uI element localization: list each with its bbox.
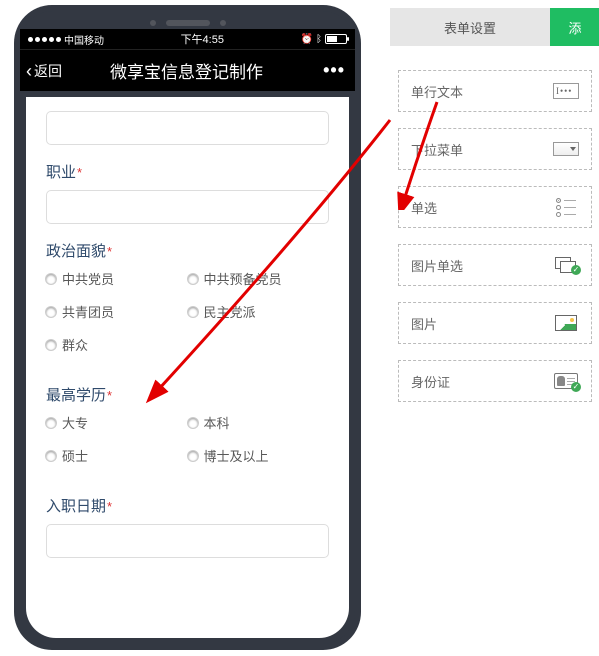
required-mark: *	[107, 244, 112, 259]
component-select[interactable]: 下拉菜单	[398, 128, 592, 170]
radio-icon	[188, 307, 198, 317]
field-hiredate: 入职日期*	[46, 495, 329, 558]
battery-icon	[325, 34, 347, 44]
component-image[interactable]: 图片	[398, 302, 592, 344]
radio-icon	[46, 451, 56, 461]
idcard-icon: ✓	[553, 372, 579, 390]
radio-icon	[46, 340, 56, 350]
component-image-radio[interactable]: 图片单选 ✓	[398, 244, 592, 286]
text-input-icon: I•••	[553, 82, 579, 100]
radio-icon	[188, 274, 198, 284]
radio-label: 中共预备党员	[204, 269, 282, 288]
radio-label: 共青团员	[62, 302, 114, 321]
radio-option[interactable]: 民主党派	[188, 302, 330, 321]
political-label: 政治面貌	[46, 243, 106, 260]
signal-icon	[28, 37, 61, 42]
image-radio-icon: ✓	[553, 256, 579, 274]
radio-icon	[46, 274, 56, 284]
clock-label: 下午4:55	[181, 31, 224, 47]
radio-option[interactable]: 博士及以上	[188, 446, 330, 465]
radio-icon	[46, 418, 56, 428]
component-label: 身份证	[411, 372, 450, 391]
education-label: 最高学历	[46, 387, 106, 404]
field-unlabeled-top	[46, 111, 329, 145]
radio-icon	[188, 418, 198, 428]
required-mark: *	[107, 499, 112, 514]
component-label: 图片	[411, 314, 437, 333]
field-political: 政治面貌* 中共党员 中共预备党员 共青团员 民主党派 群众	[46, 240, 329, 368]
tab-form-settings[interactable]: 表单设置	[390, 8, 550, 46]
phone-inner: 中国移动 下午4:55 ⏰ ᛒ ‹ 返回 微享宝信息登记制作 •••	[20, 11, 355, 644]
radio-option[interactable]: 本科	[188, 413, 330, 432]
required-mark: *	[77, 165, 82, 180]
radio-label: 硕士	[62, 446, 88, 465]
hiredate-input[interactable]	[46, 524, 329, 558]
status-bar: 中国移动 下午4:55 ⏰ ᛒ	[20, 29, 355, 49]
bluetooth-icon: ᛒ	[316, 34, 322, 45]
select-icon	[553, 140, 579, 158]
field-education: 最高学历* 大专 本科 硕士 博士及以上	[46, 384, 329, 479]
component-radio[interactable]: 单选	[398, 186, 592, 228]
radio-option[interactable]: 大专	[46, 413, 188, 432]
component-single-text[interactable]: 单行文本 I•••	[398, 70, 592, 112]
occupation-input[interactable]	[46, 190, 329, 224]
component-label: 图片单选	[411, 256, 463, 275]
text-input[interactable]	[46, 111, 329, 145]
radio-label: 中共党员	[62, 269, 114, 288]
field-occupation: 职业*	[46, 161, 329, 224]
nav-bar: ‹ 返回 微享宝信息登记制作 •••	[20, 49, 355, 91]
radio-option[interactable]: 中共党员	[46, 269, 188, 288]
component-label: 下拉菜单	[411, 140, 463, 159]
occupation-label: 职业	[46, 164, 76, 181]
component-panel: 表单设置 添 单行文本 I••• 下拉菜单 单选 图片单选 ✓	[390, 8, 599, 418]
alarm-icon: ⏰	[301, 34, 313, 45]
radio-list-icon	[553, 198, 579, 216]
radio-option[interactable]: 中共预备党员	[188, 269, 330, 288]
radio-icon	[188, 451, 198, 461]
component-label: 单行文本	[411, 82, 463, 101]
radio-label: 民主党派	[204, 302, 256, 321]
radio-label: 群众	[62, 335, 88, 354]
radio-option[interactable]: 硕士	[46, 446, 188, 465]
page-title: 微享宝信息登记制作	[50, 58, 323, 83]
radio-label: 博士及以上	[204, 446, 269, 465]
phone-earpiece	[20, 11, 355, 29]
radio-label: 大专	[62, 413, 88, 432]
more-button[interactable]: •••	[323, 60, 349, 81]
radio-label: 本科	[204, 413, 230, 432]
image-icon	[553, 314, 579, 332]
hiredate-label: 入职日期	[46, 498, 106, 515]
tab-add[interactable]: 添	[550, 8, 599, 46]
radio-option[interactable]: 群众	[46, 335, 188, 354]
component-idcard[interactable]: 身份证 ✓	[398, 360, 592, 402]
carrier-label: 中国移动	[64, 32, 104, 47]
chevron-left-icon: ‹	[26, 62, 32, 80]
radio-icon	[46, 307, 56, 317]
required-mark: *	[107, 388, 112, 403]
radio-option[interactable]: 共青团员	[46, 302, 188, 321]
phone-frame: 中国移动 下午4:55 ⏰ ᛒ ‹ 返回 微享宝信息登记制作 •••	[14, 5, 361, 650]
component-label: 单选	[411, 198, 437, 217]
form-area: 职业* 政治面貌* 中共党员 中共预备党员 共青团员 民主党派 群众 最高	[26, 97, 349, 638]
